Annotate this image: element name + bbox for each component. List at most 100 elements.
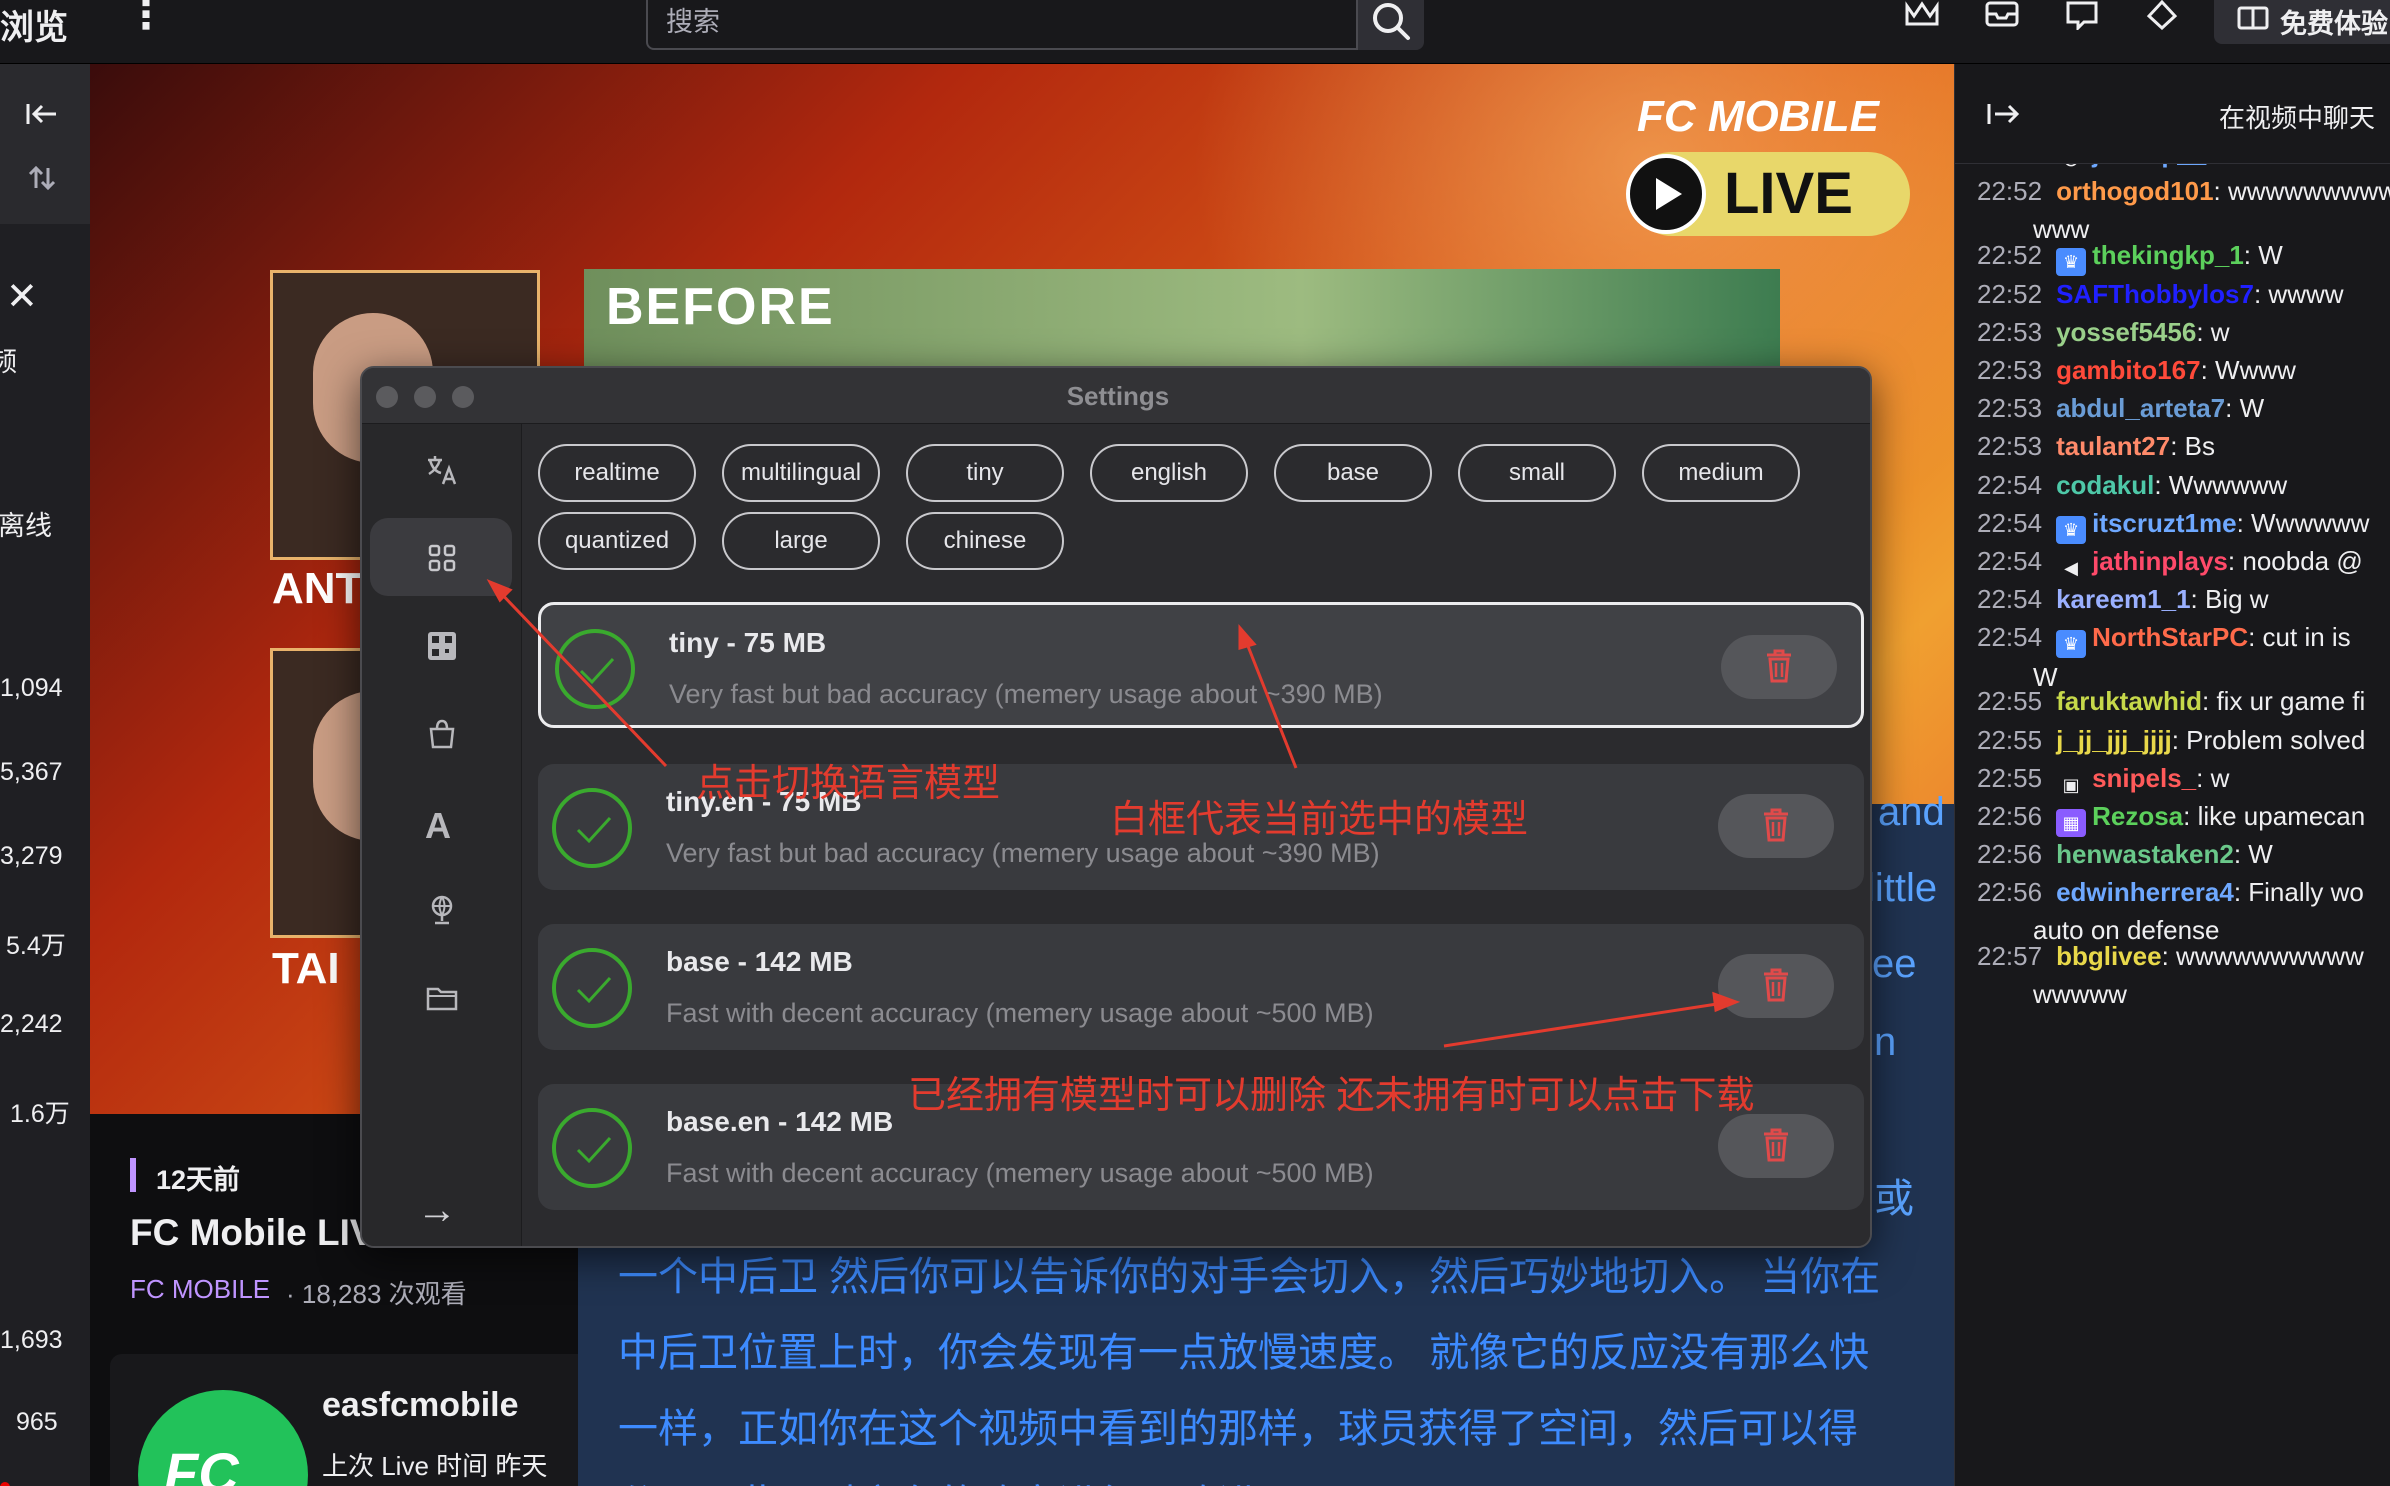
model-name: base - 142 MB [666,946,853,977]
tag-medium[interactable]: medium [1642,444,1800,502]
tag-realtime[interactable]: realtime [538,444,696,502]
trash-icon [1767,649,1791,683]
chat-bubble-icon[interactable] [2064,0,2108,36]
delete-model-button[interactable] [1721,635,1837,699]
tag-english[interactable]: english [1090,444,1248,502]
collapse-right-icon[interactable] [1985,100,2021,128]
chat-message: 22:54 codakul: Wwwwww [1977,466,2390,504]
delete-model-button[interactable] [1718,1114,1834,1178]
check-icon [552,948,632,1028]
chat-text: : Big w [2190,584,2269,615]
search-button[interactable] [1358,0,1424,50]
last-live: 上次 Live 时间 昨天 [322,1451,548,1481]
chat-time: 22:55 [1977,724,2043,755]
live-label: LIVE [1724,161,1853,226]
trash-icon [1764,1128,1788,1162]
bits-icon[interactable] [2146,0,2190,36]
chat-username[interactable]: bbglivee [2056,941,2161,971]
subtitle-en-fragment: little [1866,866,1938,910]
avatar-text: FC [164,1441,239,1486]
model-card[interactable]: tiny - 75 MB Very fast but bad accuracy (… [538,602,1864,728]
tag-quantized[interactable]: quantized [538,512,696,570]
browse-link[interactable]: 浏览 [0,0,68,49]
tag-small[interactable]: small [1458,444,1616,502]
tag-tiny[interactable]: tiny [906,444,1064,502]
chat-username[interactable]: snipels_ [2092,763,2196,793]
chat-username[interactable]: gambito167 [2056,355,2201,385]
tag-base[interactable]: base [1274,444,1432,502]
sidebar-item-translate[interactable] [370,430,512,508]
sidebar-item-store[interactable] [370,694,512,772]
chat-username[interactable]: NorthStarPC [2092,622,2248,652]
inbox-icon[interactable] [1984,0,2028,36]
sidebar-item-folder[interactable] [370,958,512,1036]
chat-username[interactable]: edwinherrera4 [2056,877,2234,907]
sidebar-item-font[interactable]: A [370,782,512,860]
tag-multilingual[interactable]: multilingual [722,444,880,502]
chat-text: : Bs [2170,431,2216,462]
sidebar-item-qrcode[interactable] [370,606,512,684]
ago-label: 12天前 [156,1165,241,1195]
collapse-left-icon[interactable] [24,100,60,128]
chat-username[interactable]: j_jj_jjj_jjjj [2056,725,2172,755]
viewer-count: 5,367 [0,758,63,786]
chat-time: 22:54 [1977,507,2043,538]
chat-time: 22:56 [1977,839,2043,870]
chat-text: : W [2243,240,2283,271]
viewer-count: 5.4万 [6,932,66,960]
channel-name[interactable]: easfcmobile [322,1386,519,1425]
crown-icon[interactable] [1904,0,1948,36]
chat-message: 22:57 bbglivee: wwwwwwwwww wwwww [1977,937,2390,1013]
annotation-selected-model: 白框代表当前选中的模型 [1110,799,1529,841]
chat-username[interactable]: henwastaken2 [2056,839,2234,869]
qrcode-icon [428,632,456,660]
chat-username[interactable]: codakul [2056,470,2154,500]
category-link[interactable]: FC MOBILE [130,1274,270,1305]
chat-username[interactable]: jathinplays [2092,546,2228,576]
chat-username[interactable]: yossef5456 [2056,317,2196,347]
chat-time: 22:53 [1977,431,2043,462]
chat-username[interactable]: orthogod101 [2056,176,2213,206]
chat-username[interactable]: kareem1_1 [2056,584,2190,614]
free-trial-button[interactable]: 免费体验 [2214,0,2390,44]
trash-icon [1764,808,1788,842]
search-input[interactable]: 搜索 [646,0,1358,50]
grid-icon [428,544,456,572]
chat-username[interactable]: thekingkp_1 [2092,240,2244,270]
delete-model-button[interactable] [1718,794,1834,858]
close-icon[interactable]: ✕ [6,274,38,319]
chat-text: : w [2196,762,2230,793]
chat-username[interactable]: taulant27 [2056,431,2170,461]
top-bar: 浏览 ⋮ 搜索 免费体验 [0,0,2390,64]
chat-username[interactable]: faruktawhid [2056,686,2202,716]
chat-message: 22:52 ♛ thekingkp_1: W [1977,236,2390,277]
model-description: Very fast but bad accuracy (memery usage… [669,679,1383,709]
tag-large[interactable]: large [722,512,880,570]
more-menu-icon[interactable]: ⋮ [126,0,166,35]
delete-model-button[interactable] [1718,954,1834,1018]
chat-text: : Wwwwww [2154,469,2288,500]
chat-username[interactable]: itscruzt1me [2092,508,2237,538]
sort-icon[interactable] [26,162,58,194]
chat-panel: 在视频中聊天 22:52rabzchamp: Wwww22:52⊘jotafxp… [1954,64,2390,1486]
chat-username[interactable]: abdul_arteta7 [2056,393,2225,423]
model-description: Fast with decent accuracy (memery usage … [666,998,1374,1028]
model-card[interactable]: base - 142 MB Fast with decent accuracy (… [538,924,1864,1050]
sidebar-item-network[interactable] [370,870,512,948]
chat-username[interactable]: Rezosa [2092,801,2183,831]
settings-titlebar: Settings [362,368,1870,424]
chat-text: : cut in is [2248,622,2351,653]
chat-time: 22:56 [1977,801,2043,831]
check-icon [555,629,635,709]
subtitle-en-fragment: n [1874,1020,1897,1064]
chat-text: : noobda @ [2227,546,2363,576]
chat-text: : Finally wo [2233,877,2364,908]
chat-time: 22:52 [1977,240,2043,271]
sidebar-item-models[interactable] [370,518,512,596]
avatar[interactable]: FC [138,1390,308,1486]
tag-chinese[interactable]: chinese [906,512,1064,570]
chat-message: 22:53 taulant27: Bs [1977,427,2390,465]
arrow-right-icon[interactable]: → [417,1188,457,1233]
chat-username[interactable]: SAFThobbylos7 [2056,279,2254,309]
chat-header: 在视频中聊天 [1955,64,2390,164]
